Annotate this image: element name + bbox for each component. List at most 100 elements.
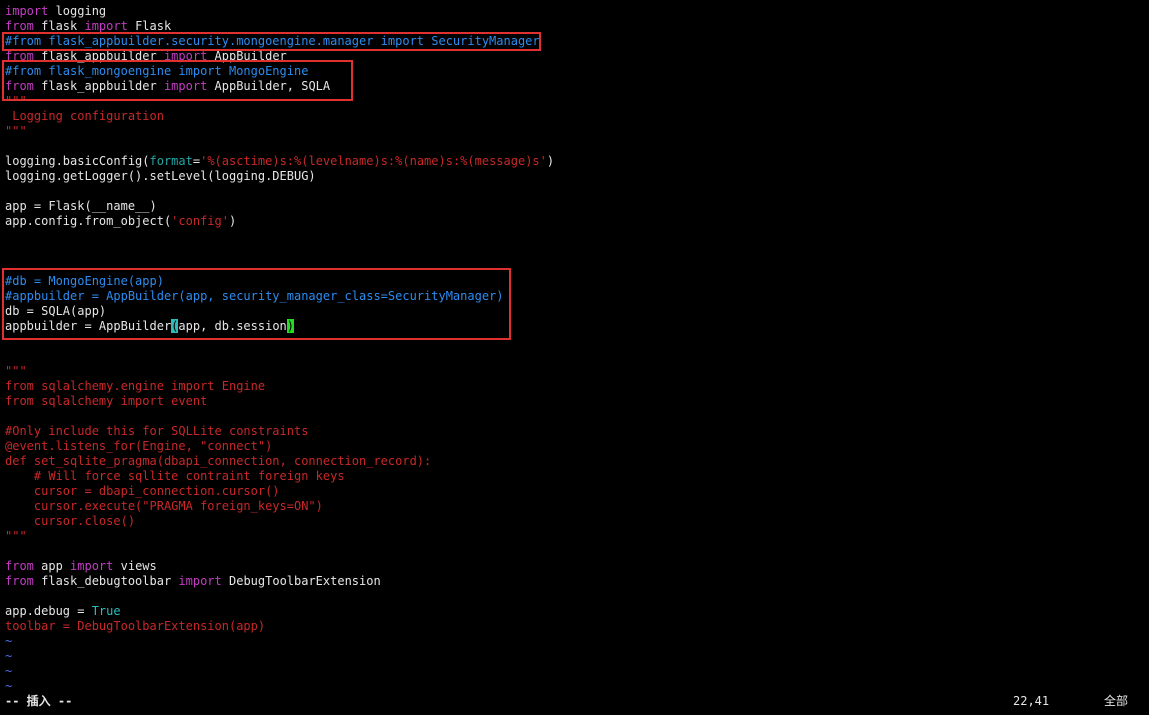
code-line[interactable] (5, 409, 1145, 424)
code-line[interactable]: @event.listens_for(Engine, "connect") (5, 439, 1145, 454)
code-token: flask_appbuilder (33, 49, 164, 63)
code-line[interactable]: app.config.from_object('config') (5, 214, 1145, 229)
code-line[interactable]: def set_sqlite_pragma(dbapi_connection, … (5, 454, 1145, 469)
code-token: DebugToolbarExtension (221, 574, 381, 588)
code-token: """ (5, 124, 27, 138)
code-token: ) (546, 154, 555, 168)
code-line[interactable] (5, 229, 1145, 244)
code-line[interactable]: import logging (5, 4, 1145, 19)
code-token: @event.listens_for(Engine, "connect") (5, 439, 273, 453)
code-token: logging.getLogger().setLevel(logging.DEB… (5, 169, 316, 183)
code-token: app.config.from_object( (5, 214, 172, 228)
code-token: appbuilder = AppBuilder (5, 319, 172, 333)
code-token: flask_appbuilder (33, 79, 164, 93)
code-token: import (163, 79, 208, 93)
code-token: from (5, 559, 34, 573)
code-token: cursor = dbapi_connection.cursor() (5, 484, 280, 498)
code-line[interactable]: logging.basicConfig(format='%(asctime)s:… (5, 154, 1145, 169)
code-line[interactable]: logging.getLogger().setLevel(logging.DEB… (5, 169, 1145, 184)
code-token: toolbar = DebugToolbarExtension(app) (5, 619, 266, 633)
code-line[interactable]: app.debug = True (5, 604, 1145, 619)
code-token: True (91, 604, 121, 618)
code-token: logging (48, 4, 107, 18)
code-line[interactable]: # Will force sqllite contraint foreign k… (5, 469, 1145, 484)
code-token: import (84, 19, 128, 33)
code-line[interactable]: from flask_appbuilder import AppBuilder (5, 49, 1145, 64)
code-line[interactable]: from app import views (5, 559, 1145, 574)
code-line[interactable]: from flask_appbuilder import AppBuilder,… (5, 79, 1145, 94)
code-token: db = SQLA(app) (5, 304, 107, 318)
cursor-position: 22,41 (1013, 694, 1050, 708)
scroll-position: 全部 (1104, 694, 1129, 708)
code-line[interactable]: cursor.close() (5, 514, 1145, 529)
code-line[interactable] (5, 139, 1145, 154)
code-line[interactable]: ~ (5, 634, 1145, 649)
code-line[interactable]: """ (5, 94, 1145, 109)
code-token: '%(asctime)s:%(levelname)s:%(name)s:%(me… (200, 154, 547, 168)
code-token: logging.basicConfig( (5, 154, 150, 168)
code-line[interactable]: """ (5, 364, 1145, 379)
code-line[interactable]: cursor.execute("PRAGMA foreign_keys=ON") (5, 499, 1145, 514)
text-cursor: ) (286, 319, 295, 333)
code-token: app.debug = (5, 604, 92, 618)
code-line[interactable]: app = Flask(__name__) (5, 199, 1145, 214)
code-token: def set_sqlite_pragma(dbapi_connection, … (5, 454, 432, 468)
code-token: #appbuilder = AppBuilder(app, security_m… (5, 289, 504, 303)
code-line[interactable]: #from flask_appbuilder.security.mongoeng… (5, 34, 1145, 49)
mode-indicator: -- 插入 -- (5, 694, 73, 708)
code-line[interactable]: ~ (5, 664, 1145, 679)
code-token: AppBuilder, SQLA (207, 79, 331, 93)
code-line[interactable]: from sqlalchemy import event (5, 394, 1145, 409)
code-line[interactable]: #appbuilder = AppBuilder(app, security_m… (5, 289, 1145, 304)
code-line[interactable]: #Only include this for SQLLite constrain… (5, 424, 1145, 439)
code-token: """ (5, 364, 27, 378)
status-bar: -- 插入 -- 22,41 全部 (0, 692, 1149, 710)
code-token: = (192, 154, 201, 168)
code-line[interactable]: toolbar = DebugToolbarExtension(app) (5, 619, 1145, 634)
code-line[interactable]: from sqlalchemy.engine import Engine (5, 379, 1145, 394)
code-line[interactable] (5, 544, 1145, 559)
code-line[interactable]: """ (5, 529, 1145, 544)
code-editor[interactable]: import logging from flask import Flask #fr… (5, 4, 1145, 694)
code-token: ~ (5, 679, 13, 693)
code-token: # Will force sqllite contraint foreign k… (5, 469, 345, 483)
code-line[interactable]: from flask import Flask (5, 19, 1145, 34)
code-token: from sqlalchemy.engine import Engine (5, 379, 266, 393)
code-token: from (5, 19, 34, 33)
code-token: AppBuilder (207, 49, 287, 63)
code-token: #from flask_mongoengine import MongoEngi… (5, 64, 309, 78)
code-token: ~ (5, 664, 13, 678)
code-token: from sqlalchemy import event (5, 394, 208, 408)
code-line[interactable] (5, 589, 1145, 604)
code-token: from (5, 79, 34, 93)
code-token: flask (33, 19, 85, 33)
code-token: cursor.execute("PRAGMA foreign_keys=ON") (5, 499, 323, 513)
code-token: Logging configuration (5, 109, 164, 123)
code-line[interactable] (5, 334, 1145, 349)
code-token: views (113, 559, 157, 573)
code-token: flask_debugtoolbar (33, 574, 179, 588)
code-token: format (149, 154, 193, 168)
code-line[interactable] (5, 349, 1145, 364)
code-token: from (5, 49, 34, 63)
code-token: cursor.close() (5, 514, 136, 528)
code-line[interactable] (5, 259, 1145, 274)
code-token: from (5, 574, 34, 588)
code-line[interactable]: db = SQLA(app) (5, 304, 1145, 319)
code-line[interactable]: appbuilder = AppBuilder(app, db.session) (5, 319, 1145, 334)
code-line[interactable]: cursor = dbapi_connection.cursor() (5, 484, 1145, 499)
code-line[interactable]: from flask_debugtoolbar import DebugTool… (5, 574, 1145, 589)
code-line[interactable]: Logging configuration (5, 109, 1145, 124)
code-line[interactable]: #from flask_mongoengine import MongoEngi… (5, 64, 1145, 79)
code-line[interactable]: """ (5, 124, 1145, 139)
code-token: import (70, 559, 114, 573)
code-line[interactable]: #db = MongoEngine(app) (5, 274, 1145, 289)
code-line[interactable]: ~ (5, 649, 1145, 664)
code-token: ~ (5, 634, 13, 648)
code-line[interactable] (5, 244, 1145, 259)
code-token: import (5, 4, 49, 18)
code-token: ~ (5, 649, 13, 663)
code-token: Flask (127, 19, 172, 33)
code-token: app, db.session (178, 319, 287, 333)
code-line[interactable] (5, 184, 1145, 199)
